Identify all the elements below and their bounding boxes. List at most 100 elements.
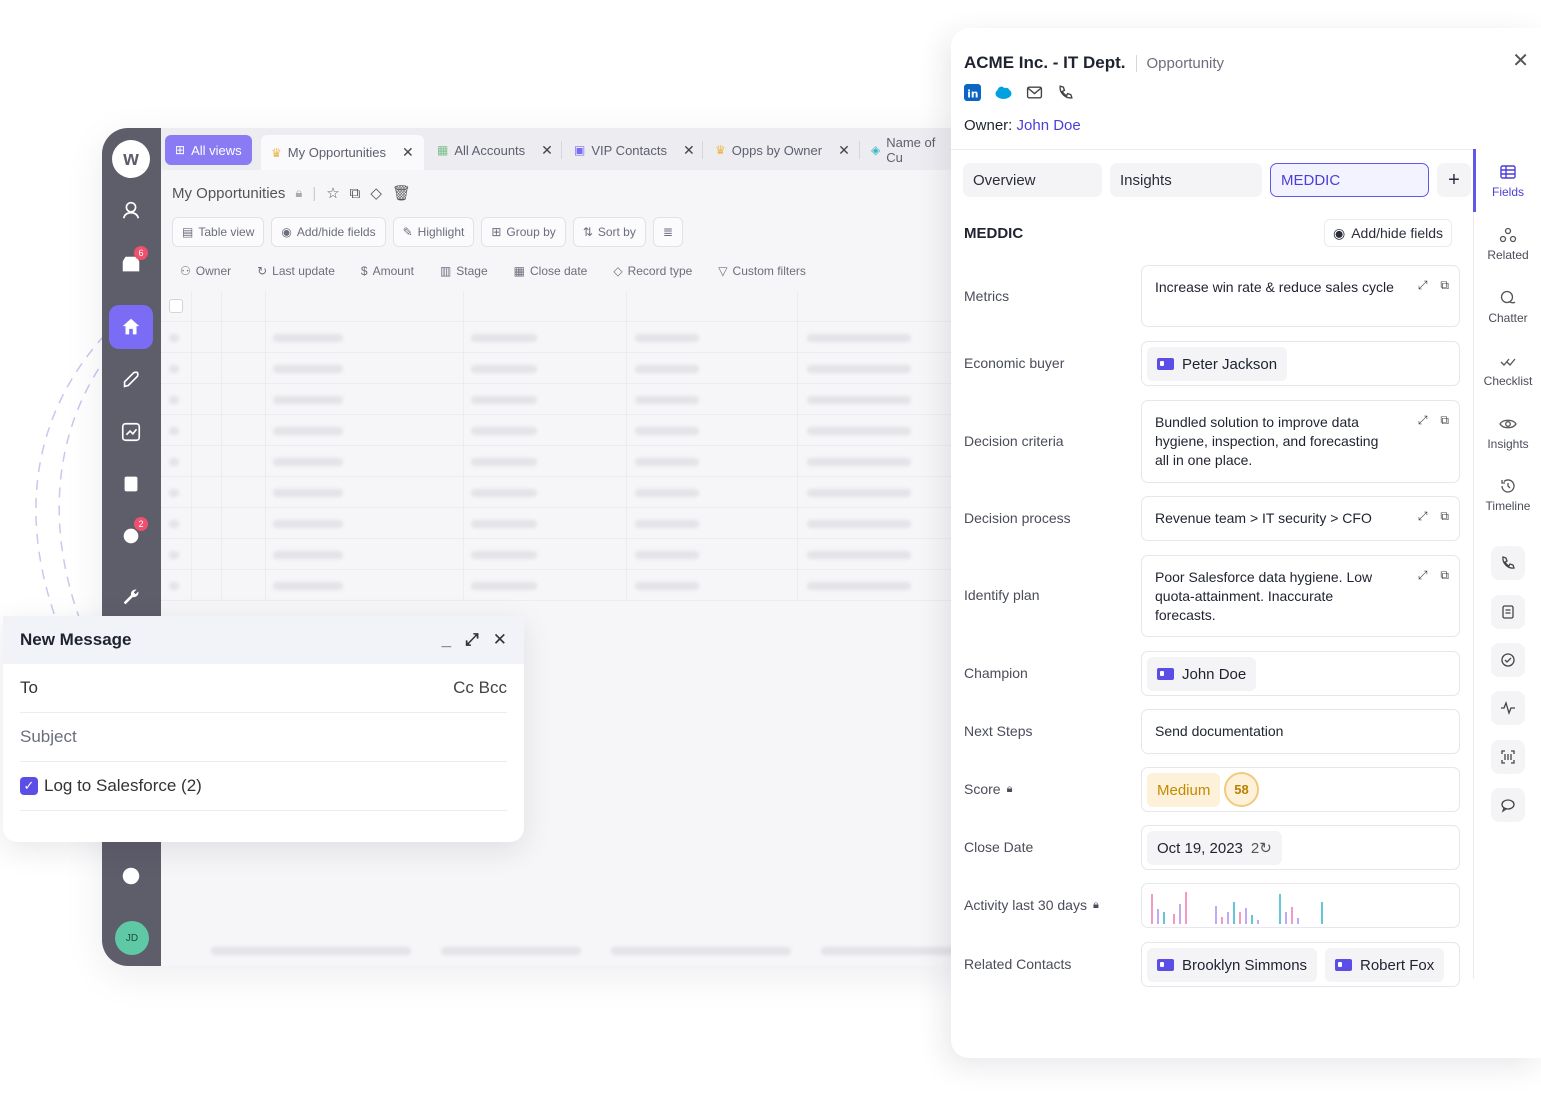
copy-icon[interactable]: ⧉ bbox=[1440, 278, 1449, 293]
group-by-button[interactable]: ⊞ Group by bbox=[481, 217, 566, 247]
close-tab-icon[interactable]: ✕ bbox=[683, 142, 695, 159]
wrench-icon[interactable] bbox=[109, 575, 153, 619]
chart-icon[interactable] bbox=[109, 410, 153, 454]
sidenav-checklist[interactable]: Checklist bbox=[1474, 352, 1541, 388]
close-panel-icon[interactable]: ✕ bbox=[1512, 48, 1529, 73]
owner-link[interactable]: John Doe bbox=[1017, 117, 1081, 134]
app-logo[interactable]: w bbox=[112, 140, 150, 178]
highlight-button[interactable]: ✎ Highlight bbox=[392, 217, 475, 247]
comment-action-icon[interactable] bbox=[1491, 788, 1525, 822]
table-row[interactable] bbox=[161, 353, 962, 384]
contact-chip[interactable]: Brooklyn Simmons bbox=[1147, 948, 1318, 982]
tab-name-of-cu[interactable]: ◈ Name of Cu bbox=[861, 135, 962, 165]
field-identify-plan[interactable]: Poor Salesforce data hygiene. Low quota-… bbox=[1141, 555, 1460, 637]
add-hide-fields-button[interactable]: ◉ Add/hide fields bbox=[1324, 219, 1453, 247]
select-all-checkbox[interactable] bbox=[169, 299, 183, 313]
log-to-salesforce-checkbox[interactable]: ✓ bbox=[20, 777, 38, 795]
tab-insights[interactable]: Insights bbox=[1110, 163, 1262, 197]
scan-action-icon[interactable] bbox=[1491, 740, 1525, 774]
field-metrics[interactable]: Increase win rate & reduce sales cycle ⤢… bbox=[1141, 265, 1460, 327]
notes-icon[interactable] bbox=[109, 462, 153, 506]
inbox-icon[interactable]: 6 bbox=[109, 243, 153, 287]
expand-icon[interactable]: ⤢ bbox=[1418, 413, 1428, 428]
activity-action-icon[interactable] bbox=[1491, 691, 1525, 725]
search-people-icon[interactable] bbox=[109, 188, 153, 232]
field-score[interactable]: Medium 58 bbox=[1141, 767, 1460, 812]
phone-action-icon[interactable] bbox=[1491, 546, 1525, 580]
filter-custom[interactable]: ▽ Custom filters bbox=[718, 264, 806, 278]
table-row[interactable] bbox=[161, 384, 962, 415]
note-action-icon[interactable] bbox=[1491, 595, 1525, 629]
minimize-icon[interactable]: _ bbox=[442, 630, 451, 650]
home-icon[interactable] bbox=[109, 305, 153, 349]
field-related-contacts[interactable]: Brooklyn Simmons Robert Fox bbox=[1141, 942, 1460, 987]
filter-amount[interactable]: $ Amount bbox=[361, 264, 414, 278]
filter-owner[interactable]: ⚇ Owner bbox=[180, 264, 231, 278]
contact-chip[interactable]: Robert Fox bbox=[1325, 948, 1445, 982]
table-row[interactable] bbox=[161, 322, 962, 353]
field-activity[interactable] bbox=[1141, 883, 1460, 928]
avatar[interactable]: JD bbox=[115, 921, 149, 955]
sidenav-related[interactable]: Related bbox=[1474, 226, 1541, 262]
tag-icon[interactable]: ◇ bbox=[370, 184, 382, 202]
contact-chip[interactable]: Peter Jackson bbox=[1147, 347, 1288, 381]
table-row[interactable] bbox=[161, 477, 962, 508]
add-tab-button[interactable]: + bbox=[1437, 163, 1471, 197]
rocket-icon[interactable] bbox=[109, 358, 153, 402]
table-row[interactable] bbox=[161, 508, 962, 539]
subject-field[interactable]: Subject bbox=[20, 713, 507, 762]
filter-last-update[interactable]: ↻ Last update bbox=[257, 264, 335, 278]
add-hide-fields-button[interactable]: ◉ Add/hide fields bbox=[271, 217, 386, 247]
copy-icon[interactable]: ⧉ bbox=[1440, 413, 1449, 428]
close-tab-icon[interactable]: ✕ bbox=[541, 142, 553, 159]
copy-icon[interactable]: ⧉ bbox=[1440, 568, 1449, 583]
copy-icon[interactable]: ⧉ bbox=[350, 185, 361, 202]
expand-icon[interactable]: ⤢ bbox=[1418, 509, 1428, 524]
close-date-chip[interactable]: Oct 19, 2023 2↻ bbox=[1147, 831, 1282, 865]
close-tab-icon[interactable]: ✕ bbox=[402, 144, 414, 161]
trash-icon[interactable]: 🗑︎ bbox=[392, 184, 411, 202]
sidenav-insights[interactable]: Insights bbox=[1474, 415, 1541, 451]
field-decision-process[interactable]: Revenue team > IT security > CFO ⤢ ⧉ bbox=[1141, 496, 1460, 541]
filter-stage[interactable]: ▥ Stage bbox=[440, 264, 488, 278]
cc-bcc-link[interactable]: Cc Bcc bbox=[453, 678, 507, 698]
table-row[interactable] bbox=[161, 539, 962, 570]
sidenav-fields[interactable]: Fields bbox=[1473, 149, 1541, 212]
field-next-steps[interactable]: Send documentation bbox=[1141, 709, 1460, 754]
filter-record-type[interactable]: ◇ Record type bbox=[613, 264, 692, 278]
close-icon[interactable]: ✕ bbox=[493, 630, 507, 650]
tab-my-opportunities[interactable]: ♛ My Opportunities ✕ bbox=[261, 135, 424, 170]
table-row[interactable] bbox=[161, 415, 962, 446]
copy-icon[interactable]: ⧉ bbox=[1440, 509, 1449, 524]
field-close-date[interactable]: Oct 19, 2023 2↻ bbox=[1141, 825, 1460, 870]
field-economic-buyer[interactable]: Peter Jackson bbox=[1141, 341, 1460, 386]
tab-overview[interactable]: Overview bbox=[963, 163, 1102, 197]
sidenav-chatter[interactable]: Chatter bbox=[1474, 289, 1541, 325]
tab-opps-by-owner[interactable]: ♛ Opps by Owner ✕ bbox=[705, 135, 860, 165]
sidenav-timeline[interactable]: Timeline bbox=[1474, 477, 1541, 513]
task-action-icon[interactable] bbox=[1491, 643, 1525, 677]
salesforce-icon[interactable] bbox=[995, 84, 1012, 101]
sort-by-button[interactable]: ⇅ Sort by bbox=[572, 217, 646, 247]
table-view-button[interactable]: ▤ Table view bbox=[172, 217, 265, 247]
table-row[interactable] bbox=[161, 291, 962, 322]
filter-close-date[interactable]: ▦ Close date bbox=[514, 264, 588, 278]
row-height-button[interactable]: ≣ bbox=[652, 217, 683, 247]
tasks-icon[interactable]: 2 bbox=[109, 514, 153, 558]
to-field[interactable]: To Cc Bcc bbox=[20, 664, 507, 713]
table-row[interactable] bbox=[161, 446, 962, 477]
field-decision-criteria[interactable]: Bundled solution to improve data hygiene… bbox=[1141, 400, 1460, 483]
contact-chip[interactable]: John Doe bbox=[1147, 657, 1257, 691]
table-row[interactable] bbox=[161, 570, 962, 601]
phone-icon[interactable] bbox=[1057, 84, 1074, 101]
tab-all-views[interactable]: ⊞ All views bbox=[165, 135, 252, 165]
star-icon[interactable]: ☆ bbox=[326, 184, 339, 202]
close-tab-icon[interactable]: ✕ bbox=[838, 142, 850, 159]
field-champion[interactable]: John Doe bbox=[1141, 651, 1460, 696]
expand-icon[interactable]: ⤢ bbox=[1418, 568, 1428, 583]
expand-icon[interactable]: ⤢ bbox=[1418, 278, 1428, 293]
tab-meddic[interactable]: MEDDIC bbox=[1270, 163, 1429, 197]
tab-all-accounts[interactable]: ▦ All Accounts ✕ bbox=[427, 135, 563, 165]
help-icon[interactable] bbox=[109, 854, 153, 898]
expand-icon[interactable]: ⤢ bbox=[465, 630, 479, 650]
